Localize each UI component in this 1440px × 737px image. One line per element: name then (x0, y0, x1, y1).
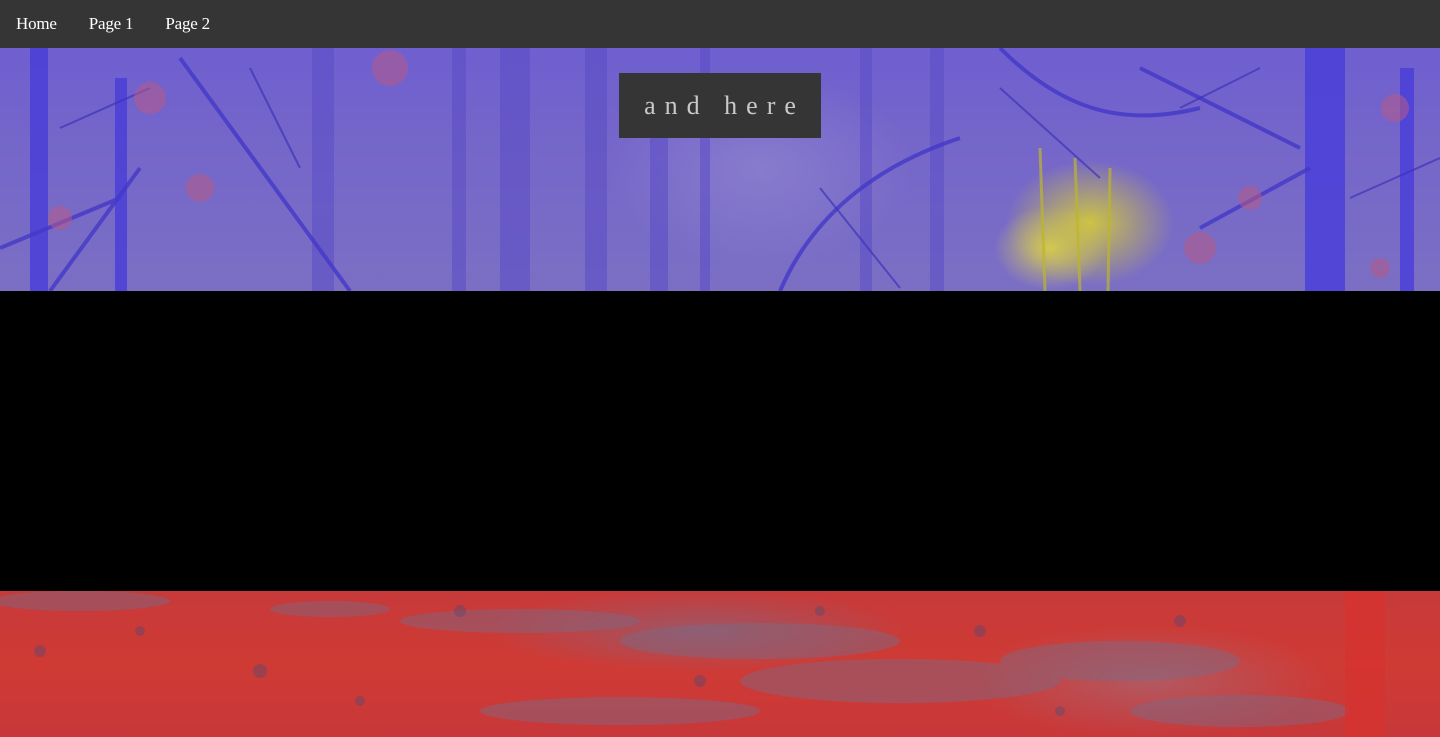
nav-link-home[interactable]: Home (16, 14, 57, 34)
caption-box: and here (619, 73, 821, 138)
nav-link-page-2[interactable]: Page 2 (165, 14, 210, 34)
rocky-ground-background-image (0, 591, 1440, 737)
top-nav-bar: Home Page 1 Page 2 (0, 0, 1440, 48)
content-band (0, 291, 1440, 591)
caption-text: and here (644, 90, 805, 120)
nav-link-page-1[interactable]: Page 1 (89, 14, 134, 34)
ground-texture-illustration (0, 591, 1385, 737)
